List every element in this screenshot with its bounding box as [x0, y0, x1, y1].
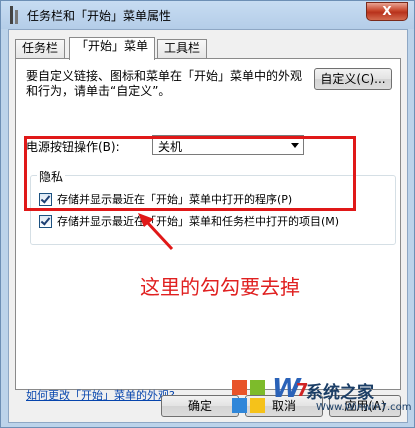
watermark-name: 系统之家: [306, 383, 374, 403]
highlight-box: [24, 136, 356, 211]
check-icon: [40, 215, 51, 226]
tab-panel: 要自定义链接、图标和菜单在「开始」菜单中的外观和行为，请单击“自定义”。 自定义…: [15, 58, 401, 402]
properties-window: 任务栏和「开始」菜单属性 X 任务栏 「开始」菜单 工具栏 要自定义链接、图标和…: [0, 0, 415, 428]
customize-description: 要自定义链接、图标和菜单在「开始」菜单中的外观和行为，请单击“自定义”。: [26, 69, 303, 98]
windows-logo-icon: [232, 380, 265, 413]
tab-toolbars[interactable]: 工具栏: [157, 39, 208, 58]
dialog-client: 任务栏 「开始」菜单 工具栏 要自定义链接、图标和菜单在「开始」菜单中的外观和行…: [8, 29, 408, 423]
customize-button[interactable]: 自定义(C)...: [314, 68, 392, 90]
window-title: 任务栏和「开始」菜单属性: [27, 9, 172, 23]
annotation-text: 这里的勾勾要去掉: [140, 275, 300, 299]
checkbox-label: 存储并显示最近在「开始」菜单和任务栏中打开的项目(M): [57, 215, 340, 228]
annotation-arrow-icon: [138, 213, 174, 251]
title-bar[interactable]: 任务栏和「开始」菜单属性 X: [1, 1, 414, 29]
tab-start-menu[interactable]: 「开始」菜单: [69, 37, 156, 60]
tab-taskbar[interactable]: 任务栏: [15, 39, 66, 58]
watermark-url: Www.Winwin7.com: [316, 402, 412, 413]
site-watermark: W 7 系统之家 Www.Winwin7.com: [228, 370, 411, 424]
window-icon: [7, 6, 23, 24]
checkbox[interactable]: [39, 215, 52, 228]
close-button[interactable]: X: [366, 2, 408, 21]
help-link[interactable]: 如何更改「开始」菜单的外观?: [26, 387, 175, 403]
